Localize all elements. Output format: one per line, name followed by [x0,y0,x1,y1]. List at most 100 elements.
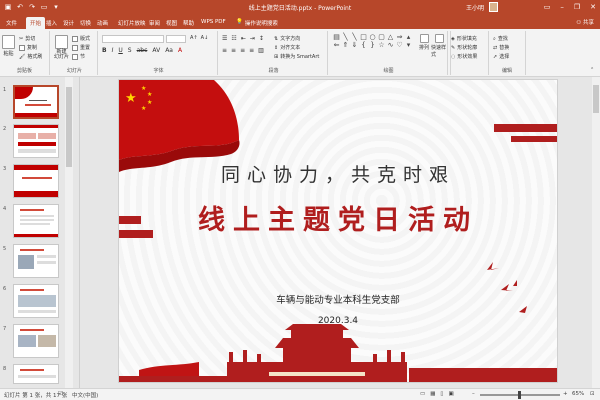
shape-outline-button[interactable]: ✎ 形状轮廓 [451,44,477,52]
reading-view-icon[interactable]: ▯ [440,391,443,397]
strikethrough-icon[interactable]: abc [137,47,148,54]
section-button[interactable]: 节 [72,53,85,60]
reset-button[interactable]: 重置 [72,44,90,51]
change-case-icon[interactable]: Aa [165,47,173,54]
font-color-icon[interactable]: A [178,47,182,54]
text-direction-button[interactable]: ⇅ 文字方向 [274,35,300,43]
cut-button[interactable]: ✂ 剪切 [19,35,35,43]
shadow-icon[interactable]: S [128,47,132,54]
thumbnail-scrollbar-thumb[interactable] [66,87,72,167]
normal-view-icon[interactable]: ▭ [420,391,425,397]
find-button[interactable]: ⌕ 查找 [493,35,508,43]
tab-file[interactable]: 文件 [2,17,21,29]
increase-indent-icon[interactable]: ⇥ [250,35,255,42]
char-spacing-icon[interactable]: AV [152,47,160,54]
gallery-more-icon[interactable]: ▾ [404,41,413,49]
minimize-icon[interactable]: – [560,2,564,12]
zoom-slider[interactable] [480,391,560,399]
slide-sorter-icon[interactable]: ▦ [430,391,435,397]
language-indicator[interactable]: 中文(中国) [72,391,98,399]
heart-shape-icon[interactable]: ♡ [395,41,404,49]
close-icon[interactable]: ✕ [590,2,596,12]
tell-me-search[interactable]: 💡 操作说明搜索 [232,17,282,29]
shapes-gallery[interactable]: ▤ ╲ ╲ □ ○ ▢ △ ⇒ ▴ ⇐ ⇑ ⇓ { } ☆ ∿ ♡ ▾ [332,33,418,57]
shape-effects-button[interactable]: ◌ 形状效果 [451,53,477,61]
font-size-select[interactable] [166,35,186,43]
paste-button[interactable]: 粘贴 [2,35,15,57]
slide-scrollbar[interactable] [592,77,600,388]
slideshow-view-icon[interactable]: ▣ [448,391,453,397]
shrink-font-icon[interactable]: A↓ [201,35,209,41]
align-right-icon[interactable]: ≡ [240,47,245,54]
underline-icon[interactable]: U [118,47,122,54]
slide-title[interactable]: 线上主题党日活动 [119,198,557,237]
slide-thumbnail-6[interactable] [13,284,59,318]
arrange-button[interactable]: 排列 [419,34,429,51]
quick-styles-button[interactable]: 快速样式 [431,34,447,58]
shape-fill-button[interactable]: ◈ 形状填充 [451,35,477,43]
slide-organization[interactable]: 车辆与能动专业本科生党支部 [119,292,557,306]
zoom-slider-knob[interactable] [518,391,521,399]
new-slide-button[interactable]: 新建 幻灯片 [54,35,69,60]
align-text-button[interactable]: ⇕ 对齐文本 [274,44,300,52]
oval-shape-icon[interactable]: ○ [368,33,377,41]
zoom-out-icon[interactable]: – [472,391,475,397]
decrease-indent-icon[interactable]: ⇤ [241,35,246,42]
zoom-level[interactable]: 65% [572,391,584,397]
slide-thumbnail-5[interactable] [13,244,59,278]
restore-icon[interactable]: ❐ [574,2,580,12]
slide-thumbnail-8[interactable] [13,364,59,384]
tab-animations[interactable]: 动画 [93,17,112,29]
triangle-shape-icon[interactable]: △ [386,33,395,41]
arrow-shape-icon[interactable]: ⇒ [395,33,404,41]
layout-button[interactable]: 版式 [72,35,90,42]
brace-shape-icon[interactable]: { [359,41,368,49]
rectangle-shape-icon[interactable]: □ [359,33,368,41]
grow-font-icon[interactable]: A↑ [190,35,198,41]
align-left-icon[interactable]: ≡ [222,47,227,54]
collapse-ribbon-icon[interactable]: ⌃ [590,67,594,73]
font-name-select[interactable] [102,35,164,43]
line-spacing-icon[interactable]: ↕ [259,35,264,42]
italic-icon[interactable]: I [112,47,114,54]
numbering-icon[interactable]: ☷ [231,35,236,42]
smartart-button[interactable]: ⊞ 转换为 SmartArt [274,53,319,61]
format-painter-button[interactable]: 🖌 格式刷 [19,53,42,61]
arrow-shape-icon[interactable]: ⇓ [350,41,359,49]
bold-icon[interactable]: B [102,47,107,54]
replace-button[interactable]: ⇄ 替换 [493,44,509,52]
thumbnail-scrollbar[interactable] [65,77,73,388]
textbox-shape-icon[interactable]: ▤ [332,33,341,41]
select-button[interactable]: ➚ 选择 [493,53,509,61]
slide-thumbnail-4[interactable] [13,204,59,238]
tab-wps-pdf[interactable]: WPS PDF [197,17,230,29]
share-button[interactable]: ⚇ 共享 [576,18,594,26]
spelling-icon[interactable]: ☑ [58,391,63,397]
user-name[interactable]: 王小明 [466,3,484,12]
gallery-scroll-icon[interactable]: ▴ [404,33,413,41]
bullets-icon[interactable]: ☰ [222,35,227,42]
slide-scrollbar-thumb[interactable] [593,85,599,113]
current-slide[interactable]: ★ ★ ★ ★ ★ 同心协力，共克时艰 线上主题党日活动 车辆与能动专业本科生党… [118,79,558,383]
fit-slide-icon[interactable]: ⊡ [590,391,595,397]
rounded-rectangle-shape-icon[interactable]: ▢ [377,33,386,41]
columns-icon[interactable]: ▥ [258,47,264,54]
slide-thumbnail-1[interactable] [13,85,59,119]
curve-shape-icon[interactable]: ∿ [386,41,395,49]
slide-date[interactable]: 2020.3.4 [119,316,557,326]
slide-thumbnail-2[interactable] [13,124,59,158]
tab-help[interactable]: 帮助 [179,17,198,29]
ribbon-display-options-icon[interactable]: ▭ [544,2,551,12]
zoom-in-icon[interactable]: + [563,391,568,397]
justify-icon[interactable]: ≡ [249,47,254,54]
arrow-shape-icon[interactable]: ⇐ [332,41,341,49]
arrow-shape-icon[interactable]: ⇑ [341,41,350,49]
star-shape-icon[interactable]: ☆ [377,41,386,49]
line-shape-icon[interactable]: ╲ [341,33,350,41]
brace-shape-icon[interactable]: } [368,41,377,49]
copy-button[interactable]: 复制 [19,44,37,51]
line-shape-icon[interactable]: ╲ [350,33,359,41]
align-center-icon[interactable]: ≡ [231,47,236,54]
slide-thumbnail-7[interactable] [13,324,59,358]
slide-thumbnail-3[interactable] [13,164,59,198]
